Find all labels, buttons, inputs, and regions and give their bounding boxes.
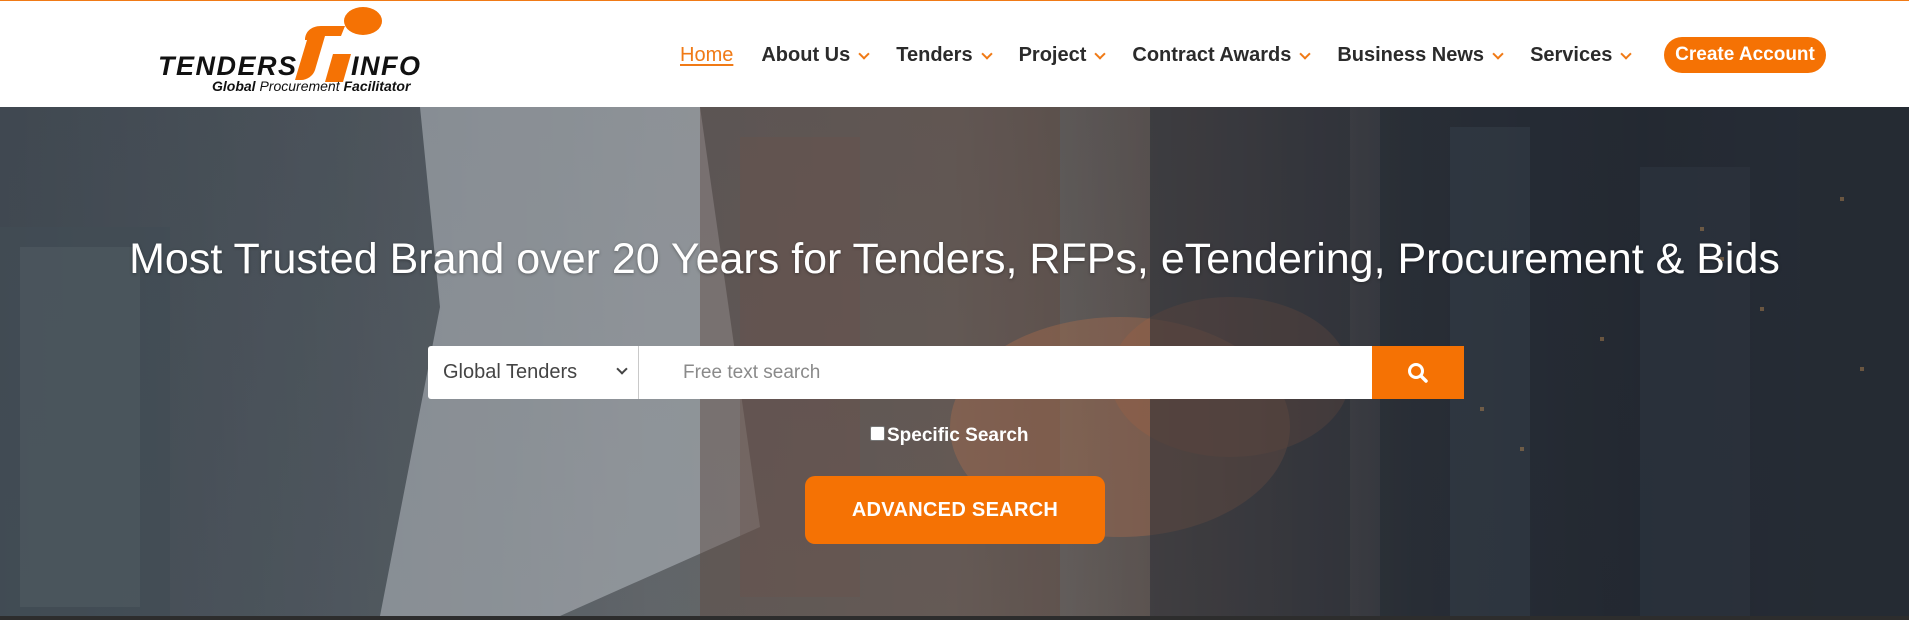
tendersinfo-logo[interactable]: TENDERS INFO Global Procurement Facilita… xyxy=(155,4,435,96)
tender-category-select[interactable]: Global Tenders xyxy=(428,346,639,399)
logo-tagline: Global Procurement Facilitator xyxy=(212,78,410,94)
chevron-down-icon xyxy=(616,363,628,375)
nav-item-business-news[interactable]: Business News xyxy=(1337,43,1504,67)
search-input[interactable] xyxy=(639,346,1372,399)
tagline-word-3: Facilitator xyxy=(343,78,411,94)
nav-item-label: Home xyxy=(680,43,734,66)
specific-search-label: Specific Search xyxy=(887,425,1029,446)
tender-category-value: Global Tenders xyxy=(443,361,578,383)
chevron-down-icon xyxy=(1299,47,1311,60)
main-nav: Home About Us Tenders Project Contract A… xyxy=(680,36,1658,74)
search-icon xyxy=(1408,362,1428,383)
search-bar: Global Tenders xyxy=(428,346,1464,399)
tagline-word-2: Procurement xyxy=(259,78,340,94)
chevron-down-icon xyxy=(1620,47,1633,60)
page: TENDERS INFO Global Procurement Facilita… xyxy=(0,0,1909,620)
nav-item-home[interactable]: Home xyxy=(680,44,733,67)
tagline-word-1: Global xyxy=(212,78,256,94)
specific-search-checkbox[interactable] xyxy=(870,425,885,441)
nav-item-label: Services xyxy=(1530,43,1613,66)
page-divider xyxy=(0,616,1909,620)
chevron-down-icon xyxy=(980,47,993,60)
hero-banner: Most Trusted Brand over 20 Years for Ten… xyxy=(0,107,1909,616)
chevron-down-icon xyxy=(1094,47,1107,60)
nav-item-tenders[interactable]: Tenders xyxy=(896,43,993,67)
nav-item-label: Project xyxy=(1018,43,1087,66)
search-button[interactable] xyxy=(1372,346,1464,399)
nav-item-label: About Us xyxy=(761,43,851,66)
advanced-search-button[interactable]: ADVANCED SEARCH xyxy=(805,476,1105,544)
chevron-down-icon xyxy=(1492,47,1504,60)
specific-search-option: Specific Search xyxy=(870,425,1029,447)
nav-item-services[interactable]: Services xyxy=(1530,43,1633,67)
nav-item-contract-awards[interactable]: Contract Awards xyxy=(1132,43,1311,67)
nav-item-label: Contract Awards xyxy=(1132,43,1292,66)
create-account-button[interactable]: Create Account xyxy=(1664,37,1826,73)
nav-item-label: Tenders xyxy=(896,43,973,66)
chevron-down-icon xyxy=(858,47,870,60)
site-header: TENDERS INFO Global Procurement Facilita… xyxy=(0,0,1909,107)
nav-item-about-us[interactable]: About Us xyxy=(761,43,870,67)
nav-item-label: Business News xyxy=(1337,43,1485,66)
nav-item-project[interactable]: Project xyxy=(1018,43,1107,67)
hero-title: Most Trusted Brand over 20 Years for Ten… xyxy=(129,235,1780,283)
